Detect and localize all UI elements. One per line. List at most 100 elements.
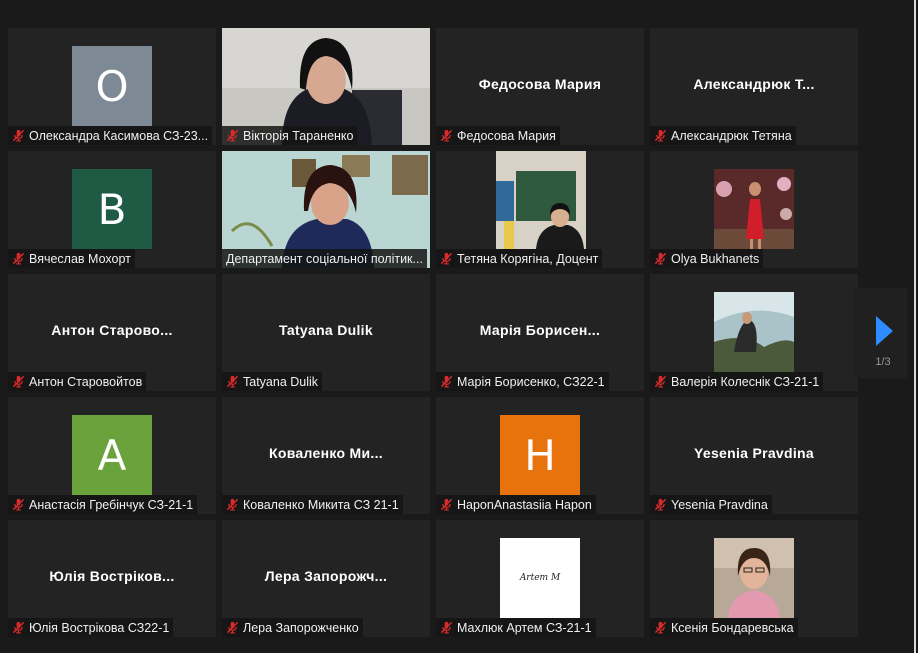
participant-tile[interactable]: Тетяна Корягіна, Доцент	[436, 151, 644, 268]
avatar: A	[72, 415, 152, 495]
muted-mic-icon	[654, 621, 667, 634]
participant-gallery: O Олександра Касимова СЗ-23... Вікторія …	[8, 28, 858, 637]
participant-tile[interactable]: Федосова Мария Федосова Мария	[436, 28, 644, 145]
muted-mic-icon	[12, 621, 25, 634]
muted-mic-icon	[440, 252, 453, 265]
participant-name: Тетяна Корягіна, Доцент	[457, 251, 599, 266]
participant-display-name: Yesenia Pravdina	[694, 445, 814, 461]
participant-name: Вячеслав Мохорт	[29, 251, 131, 266]
participant-name-label: Валерія Колеснік СЗ-21-1	[650, 372, 824, 391]
muted-mic-icon	[654, 129, 667, 142]
muted-mic-icon	[12, 129, 25, 142]
participant-tile[interactable]: Tatyana Dulik Tatyana Dulik	[222, 274, 430, 391]
participant-tile[interactable]: Yesenia Pravdina Yesenia Pravdina	[650, 397, 858, 514]
profile-photo-text: Artem M	[519, 573, 561, 583]
participant-tile[interactable]: Olya Bukhanets	[650, 151, 858, 268]
page-indicator: 1/3	[875, 356, 891, 368]
participant-name: Антон Старовойтов	[29, 374, 143, 389]
participant-name: Департамент соціальної політик...	[226, 251, 423, 266]
participant-name-label: Ксенія Бондаревська	[650, 618, 798, 637]
participant-name-label: Вікторія Тараненко	[222, 126, 358, 145]
participant-name: НaponAnastasiia Hapon	[457, 497, 592, 512]
muted-mic-icon	[440, 375, 453, 388]
muted-mic-icon	[440, 498, 453, 511]
window-edge	[914, 0, 916, 653]
muted-mic-icon	[12, 252, 25, 265]
participant-name: Махлюк Артем СЗ-21-1	[457, 620, 592, 635]
participant-name: Федосова Мария	[457, 128, 556, 143]
participant-tile[interactable]: B Вячеслав Мохорт	[8, 151, 216, 268]
participant-name-label: Tatyana Dulik	[222, 372, 323, 391]
participant-name-label: Департамент соціальної політик...	[222, 249, 427, 268]
next-page-arrow-icon[interactable]	[876, 316, 893, 346]
participant-tile[interactable]: Марія Борисен... Марія Борисенко, СЗ22-1	[436, 274, 644, 391]
muted-mic-icon	[226, 498, 239, 511]
participant-name-label: Анастасія Гребінчук СЗ-21-1	[8, 495, 198, 514]
participant-name: Юлія Вострікова СЗ22-1	[29, 620, 170, 635]
participant-name-label: Тетяна Корягіна, Доцент	[436, 249, 603, 268]
participant-tile[interactable]: Лера Запорожч... Лера Запорожченко	[222, 520, 430, 637]
participant-tile[interactable]: Коваленко Ми... Коваленко Микита СЗ 21-1	[222, 397, 430, 514]
muted-mic-icon	[226, 129, 239, 142]
participant-display-name: Федосова Мария	[478, 76, 602, 92]
participant-name: Валерія Колеснік СЗ-21-1	[671, 374, 820, 389]
participant-name: Марія Борисенко, СЗ22-1	[457, 374, 605, 389]
participant-name: Лера Запорожченко	[243, 620, 359, 635]
participant-tile[interactable]: Валерія Колеснік СЗ-21-1	[650, 274, 858, 391]
participant-tile[interactable]: O Олександра Касимова СЗ-23...	[8, 28, 216, 145]
participant-name-label: Марія Борисенко, СЗ22-1	[436, 372, 609, 391]
avatar: B	[72, 169, 152, 249]
participant-name: Вікторія Тараненко	[243, 128, 354, 143]
participant-name-label: Александрюк Тетяна	[650, 126, 796, 145]
participant-tile[interactable]: A Анастасія Гребінчук СЗ-21-1	[8, 397, 216, 514]
participant-display-name: Коваленко Ми...	[269, 445, 383, 461]
participant-name-label: Yesenia Pravdina	[650, 495, 772, 514]
participant-tile[interactable]: H НaponAnastasiia Hapon	[436, 397, 644, 514]
avatar: O	[72, 46, 152, 126]
participant-name-label: Юлія Вострікова СЗ22-1	[8, 618, 174, 637]
participant-name: Olya Bukhanets	[671, 251, 760, 266]
participant-tile[interactable]: Вікторія Тараненко	[222, 28, 430, 145]
participant-tile[interactable]: Юлія Востріков... Юлія Вострікова СЗ22-1	[8, 520, 216, 637]
participant-tile[interactable]: Artem M Махлюк Артем СЗ-21-1	[436, 520, 644, 637]
participant-display-name: Tatyana Dulik	[279, 322, 373, 338]
participant-display-name: Марія Борисен...	[479, 322, 601, 338]
participant-name: Yesenia Pravdina	[671, 497, 768, 512]
participant-display-name: Юлія Востріков...	[49, 568, 175, 584]
participant-tile[interactable]: Антон Старово... Антон Старовойтов	[8, 274, 216, 391]
participant-tile[interactable]: Ксенія Бондаревська	[650, 520, 858, 637]
participant-name-label: Махлюк Артем СЗ-21-1	[436, 618, 596, 637]
participant-name: Александрюк Тетяна	[671, 128, 792, 143]
participant-display-name: Антон Старово...	[51, 322, 173, 338]
profile-photo: Artem M	[500, 538, 580, 618]
participant-name: Коваленко Микита СЗ 21-1	[243, 497, 399, 512]
participant-tile[interactable]: Александрюк Т... Александрюк Тетяна	[650, 28, 858, 145]
participant-name-label: Олександра Касимова СЗ-23...	[8, 126, 213, 145]
participant-name: Ксенія Бондаревська	[671, 620, 794, 635]
muted-mic-icon	[12, 498, 25, 511]
muted-mic-icon	[12, 375, 25, 388]
video-feed	[496, 151, 586, 249]
participant-name: Tatyana Dulik	[243, 374, 319, 389]
muted-mic-icon	[440, 129, 453, 142]
profile-photo	[714, 169, 794, 249]
muted-mic-icon	[226, 621, 239, 634]
participant-display-name: Лера Запорожч...	[264, 568, 388, 584]
muted-mic-icon	[226, 375, 239, 388]
participant-name-label: Вячеслав Мохорт	[8, 249, 135, 268]
muted-mic-icon	[654, 375, 667, 388]
participant-name: Олександра Касимова СЗ-23...	[29, 128, 209, 143]
avatar: H	[500, 415, 580, 495]
active-speaker-tile[interactable]: Департамент соціальної політик...	[222, 151, 430, 268]
participant-display-name: Александрюк Т...	[693, 76, 815, 92]
participant-name-label: Olya Bukhanets	[650, 249, 764, 268]
muted-mic-icon	[440, 621, 453, 634]
profile-photo	[714, 538, 794, 618]
participant-name-label: Коваленко Микита СЗ 21-1	[222, 495, 403, 514]
muted-mic-icon	[654, 498, 667, 511]
profile-photo	[714, 292, 794, 372]
participant-name-label: Антон Старовойтов	[8, 372, 147, 391]
muted-mic-icon	[654, 252, 667, 265]
participant-name-label: Федосова Мария	[436, 126, 560, 145]
participant-name-label: НaponAnastasiia Hapon	[436, 495, 596, 514]
